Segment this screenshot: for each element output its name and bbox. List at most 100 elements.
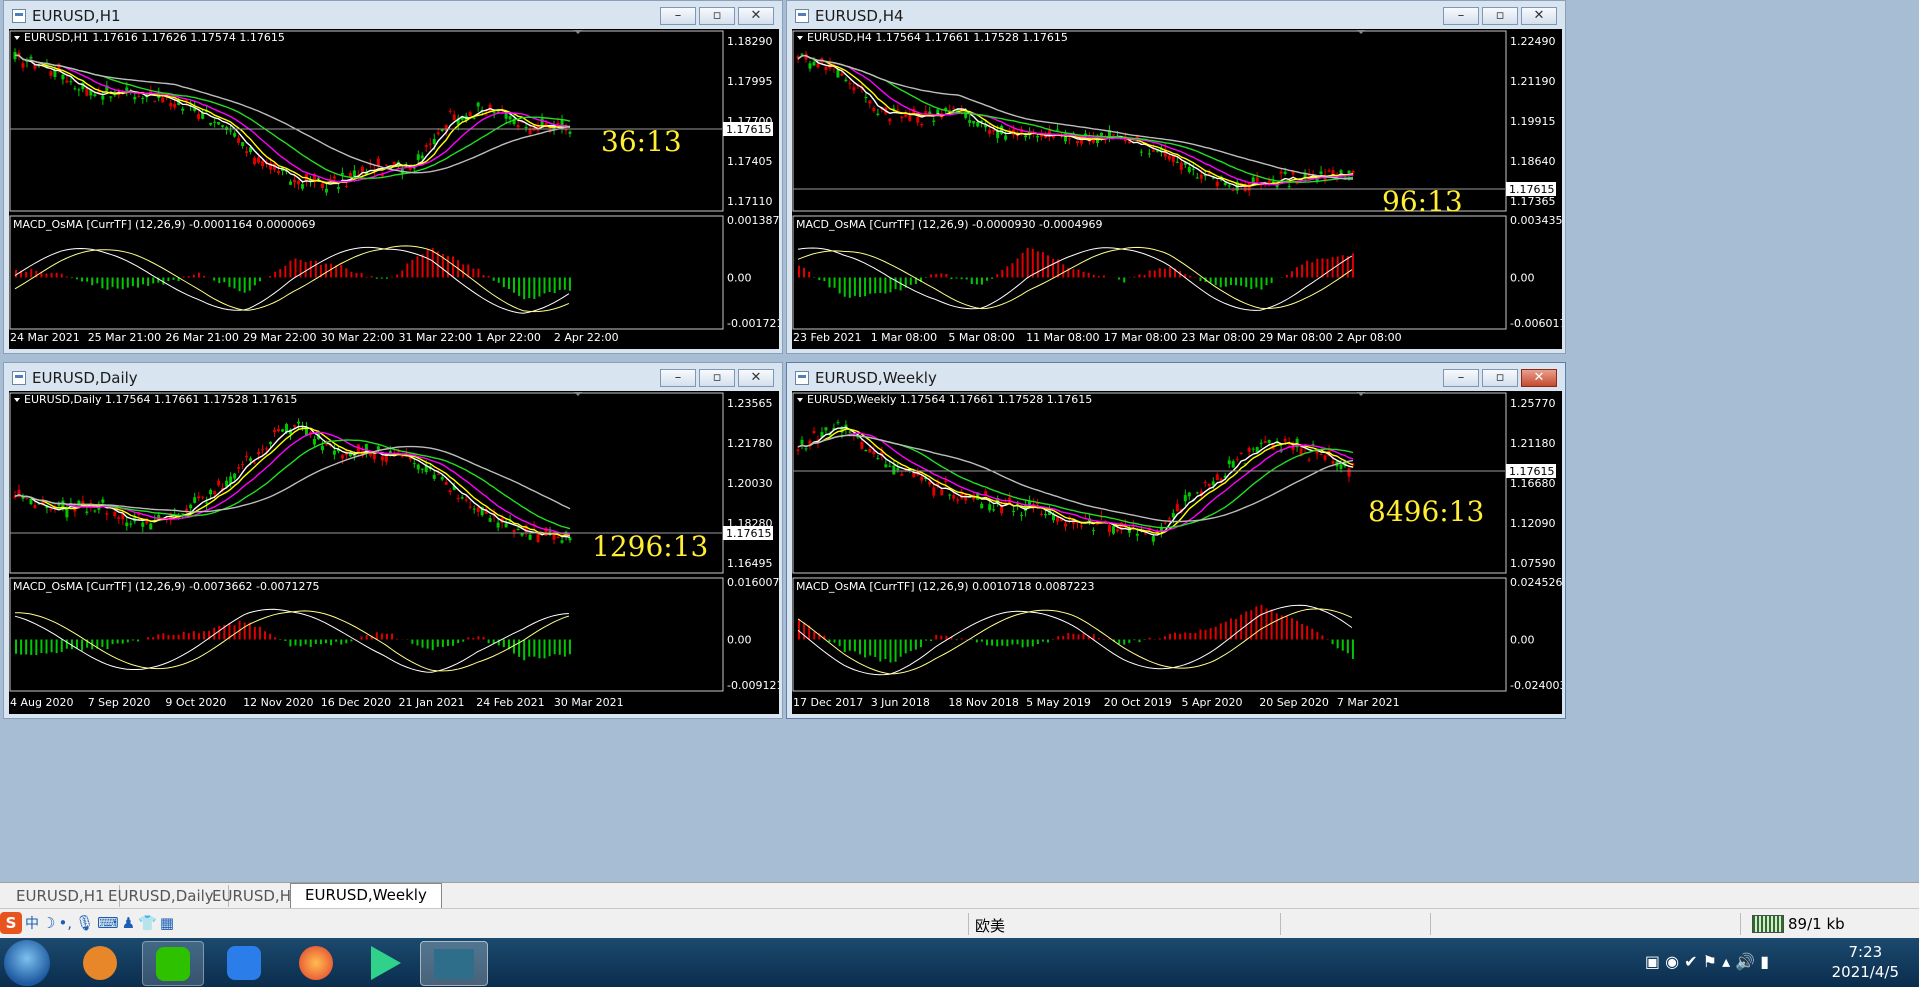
maximize-button[interactable]: ▫	[1482, 369, 1518, 387]
macd-histogram-bar	[482, 274, 485, 278]
candle-body	[293, 179, 296, 183]
maximize-button[interactable]: ▫	[699, 369, 735, 387]
chart-area[interactable]: 1.17615 36:13 EURUSD,H1 1.17616 1.17626 1.…	[9, 29, 779, 349]
candle-body	[1251, 448, 1255, 450]
minimize-button[interactable]: –	[1443, 7, 1479, 25]
candle-body	[69, 81, 73, 83]
candle-body	[872, 451, 876, 455]
ma-yellow-line	[14, 54, 571, 184]
taskbar-app-firefox[interactable]	[286, 941, 346, 984]
chart-area[interactable]: 1.17615 8496:13 EURUSD,Weekly 1.17564 1.17…	[792, 391, 1562, 714]
clock[interactable]: 7:23 2021/4/5	[1832, 942, 1899, 982]
macd-histogram-bar	[558, 639, 561, 655]
candle-body	[1175, 161, 1179, 163]
minimize-button[interactable]: –	[1443, 369, 1479, 387]
chart-window-icon	[12, 9, 26, 23]
chart-window-weekly[interactable]: EURUSD,Weekly – ▫ ✕ 1.17615 8496:13 EURUSD,W…	[786, 362, 1566, 719]
user-icon[interactable]: ♟	[122, 914, 135, 932]
close-button[interactable]: ✕	[1521, 7, 1557, 25]
macd-histogram-bar	[462, 264, 465, 278]
taskbar-app-3[interactable]	[214, 941, 274, 984]
candle-body	[1227, 185, 1231, 187]
candle-body	[1076, 140, 1079, 144]
candle-body	[896, 109, 900, 111]
close-button[interactable]: ✕	[738, 369, 774, 387]
candle-body	[1107, 525, 1111, 533]
candle-body	[1024, 135, 1028, 138]
shift-marker-icon	[1357, 392, 1365, 396]
chart-window-daily[interactable]: EURUSD,Daily – ▫ ✕ 1.17615 1296:13 EURUSD,Da…	[3, 362, 783, 719]
candle-body	[516, 125, 520, 128]
taskbar-app-wechat[interactable]	[142, 941, 204, 986]
candle-body	[432, 474, 436, 479]
macd-histogram-bar	[543, 639, 546, 659]
moon-icon[interactable]: ☽	[42, 914, 55, 932]
taskbar-app-mt4[interactable]	[420, 941, 488, 986]
macd-histogram-bar	[294, 258, 297, 278]
taskbar-app-1[interactable]	[70, 941, 130, 984]
macd-histogram-bar	[253, 277, 256, 286]
tab-eurusd-weekly[interactable]: EURUSD,Weekly	[290, 883, 442, 909]
macd-histogram-bar	[1321, 635, 1324, 640]
candle-body	[1135, 533, 1139, 536]
macd-histogram-bar	[487, 275, 490, 278]
candle-body	[1064, 523, 1068, 527]
minimize-button[interactable]: –	[660, 369, 696, 387]
candle-body	[245, 456, 249, 458]
chart-window-h4[interactable]: EURUSD,H4 – ▫ ✕ 1.17615 96:13 EURUSD,H4 1.17…	[786, 0, 1566, 354]
macd-tick-label: -0.0240037	[1510, 679, 1562, 692]
firefox-icon	[299, 945, 333, 980]
windows-taskbar: ▣ ◉ ✔ ⚑ ▴ 🔊 ▮ 7:23 2021/4/5	[0, 938, 1919, 987]
window-titlebar[interactable]: EURUSD,Weekly – ▫ ✕	[787, 363, 1565, 393]
status-bar: S 中 ☽ •, 🎙 ⌨ ♟ 👕 ▦ 欧美 89/1 kb	[0, 908, 1919, 939]
macd-histogram-bar	[925, 639, 928, 641]
macd-histogram-bar	[543, 277, 546, 294]
macd-histogram-bar	[996, 274, 999, 278]
macd-histogram-bar	[106, 277, 109, 290]
macd-histogram-bar	[248, 277, 251, 291]
window-titlebar[interactable]: EURUSD,H4 – ▫ ✕	[787, 1, 1565, 31]
macd-histogram-bar	[472, 638, 475, 640]
macd-histogram-bar	[121, 277, 124, 290]
macd-histogram-bar	[294, 639, 297, 646]
punctuation-icon[interactable]: •,	[58, 914, 72, 932]
shirt-icon[interactable]: 👕	[138, 914, 157, 932]
price-tick-label: 1.16680	[1510, 477, 1556, 490]
start-button[interactable]	[4, 940, 50, 986]
macd-histogram-bar	[1036, 639, 1039, 645]
taskbar-app-player[interactable]	[356, 941, 416, 984]
maximize-button[interactable]: ▫	[699, 7, 735, 25]
close-button[interactable]: ✕	[1521, 369, 1557, 387]
ime-mode[interactable]: 中	[25, 913, 39, 933]
grid-icon[interactable]: ▦	[160, 914, 174, 932]
tray-icons[interactable]: ▣ ◉ ✔ ⚑ ▴ 🔊 ▮	[1645, 952, 1769, 971]
candle-body	[864, 96, 868, 99]
macd-histogram-bar	[1133, 639, 1136, 641]
chart-area[interactable]: 1.17615 1296:13 EURUSD,Daily 1.17564 1.176…	[9, 391, 779, 714]
candle-body	[808, 63, 812, 69]
chart-area[interactable]: 1.17615 96:13 EURUSD,H4 1.17564 1.17661 1.…	[792, 29, 1562, 349]
time-tick-label: 24 Feb 2021	[476, 696, 544, 709]
ime-toolbar[interactable]: S 中 ☽ •, 🎙 ⌨ ♟ 👕 ▦	[0, 911, 174, 935]
macd-histogram-bar	[391, 276, 394, 278]
chart-window-icon	[795, 9, 809, 23]
macd-histogram-bar	[858, 639, 861, 655]
candle-body	[129, 523, 133, 525]
macd-histogram-bar	[523, 639, 526, 661]
candle-body	[416, 464, 420, 470]
window-titlebar[interactable]: EURUSD,Daily – ▫ ✕	[4, 363, 782, 393]
maximize-button[interactable]: ▫	[1482, 7, 1518, 25]
candle-body	[1036, 136, 1040, 138]
close-button[interactable]: ✕	[738, 7, 774, 25]
sogou-s-icon[interactable]: S	[0, 912, 22, 934]
window-titlebar[interactable]: EURUSD,H1 – ▫ ✕	[4, 1, 782, 31]
macd-histogram-bar	[1062, 264, 1065, 278]
minimize-button[interactable]: –	[660, 7, 696, 25]
chart-window-h1[interactable]: EURUSD,H1 – ▫ ✕ 1.17615 36:13 EURUSD,H1 1.17…	[3, 0, 783, 354]
keyboard-icon[interactable]: ⌨	[97, 914, 119, 932]
candle-body	[1215, 474, 1219, 481]
macd-histogram-bar	[284, 639, 287, 641]
microphone-icon[interactable]: 🎙	[75, 914, 94, 932]
macd-histogram-bar	[568, 277, 571, 291]
time-tick-label: 20 Oct 2019	[1104, 696, 1172, 709]
